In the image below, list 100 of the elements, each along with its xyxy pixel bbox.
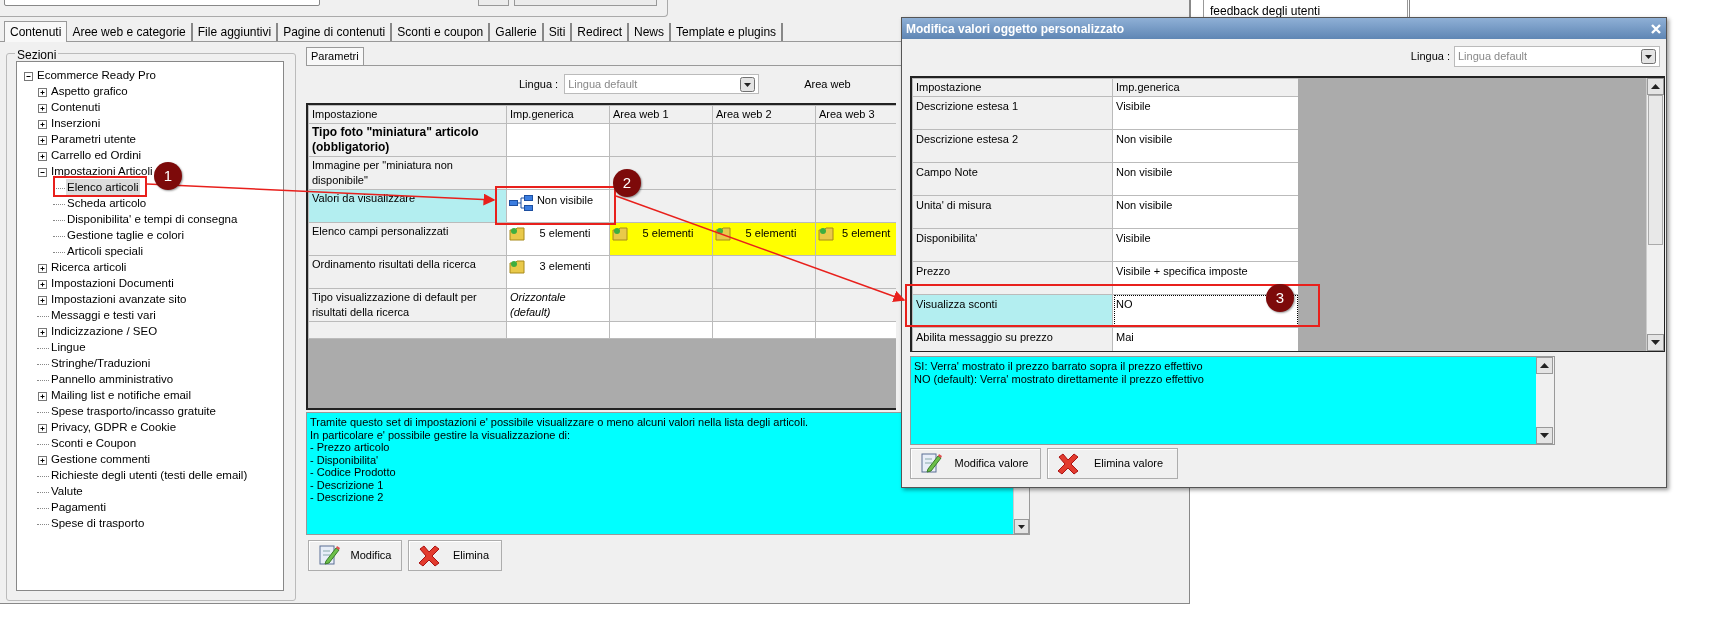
- expand-icon[interactable]: [37, 150, 48, 162]
- tab[interactable]: Parametri: [306, 47, 364, 65]
- expand-icon[interactable]: [37, 134, 48, 146]
- panel-text: feedback degli utenti: [1210, 3, 1321, 20]
- tree-item[interactable]: Contenuti: [50, 99, 102, 117]
- scrollbar[interactable]: [1646, 78, 1664, 351]
- language-dropdown[interactable]: Lingua default: [564, 74, 760, 94]
- column-header: Impostazione: [912, 78, 1113, 96]
- table-cell-text: 5 elementi: [641, 225, 695, 241]
- table-cell: Tipo foto "miniatura" articolo (obbligatorio): [308, 123, 507, 156]
- table-cell: Non visibile: [535, 192, 595, 208]
- tree-item[interactable]: Impostazioni Documenti: [50, 275, 175, 293]
- tab[interactable]: Template e plugins: [671, 23, 784, 41]
- column-header: Area web 1: [609, 105, 713, 123]
- description-text: Tramite questo set di impostazioni e' possibile visualizzare o meno alcuni valori nella lista degli articoli. In particolare e' possibile gestire la visualizzazione di: - Prezzo articolo - Disponibilita' - Codice Prodotto - Descrizione 1 - Descrizione 2: [310, 416, 809, 503]
- tab[interactable]: Contenuti: [4, 21, 68, 42]
- tree-item[interactable]: Stringhe/Traduzioni: [50, 355, 152, 373]
- table-cell: Mai: [1112, 327, 1298, 351]
- tree-item[interactable]: Inserzioni: [50, 115, 102, 133]
- tree-item[interactable]: Sconti e Coupon: [50, 435, 138, 453]
- table-cell: Descrizione estesa 2: [912, 129, 1113, 162]
- column-header: Imp.generica: [506, 105, 610, 123]
- tree-item[interactable]: Privacy, GDPR e Cookie: [50, 419, 178, 437]
- expand-icon[interactable]: [37, 86, 48, 98]
- tree-item[interactable]: Spese di trasporto: [50, 515, 146, 533]
- tree-item[interactable]: Indicizzazione / SEO: [50, 323, 159, 341]
- language-dropdown[interactable]: Lingua default: [1454, 46, 1660, 67]
- tree-item[interactable]: Ricerca articoli: [50, 259, 128, 277]
- action-button[interactable]: Elimina valore: [1047, 448, 1178, 479]
- expand-icon[interactable]: [37, 326, 48, 338]
- tab[interactable]: File aggiuntivi: [192, 23, 279, 41]
- column-header: Area web 2: [712, 105, 816, 123]
- expand-icon[interactable]: [37, 390, 48, 402]
- table-cell: Non visibile: [1112, 162, 1298, 195]
- close-icon[interactable]: [1650, 22, 1662, 35]
- table-cell: Elenco campi personalizzati: [308, 222, 507, 255]
- tree-item[interactable]: Pagamenti: [50, 499, 107, 517]
- tree-item[interactable]: Disponibilita' e tempi di consegna: [66, 211, 239, 229]
- tree-item[interactable]: Scheda articolo: [66, 195, 148, 213]
- table-cell-text: 5 elementi: [744, 225, 798, 241]
- tree-item[interactable]: Valute: [50, 483, 84, 501]
- scroll-thumb[interactable]: [1648, 94, 1663, 245]
- tree-item[interactable]: Messaggi e testi vari: [50, 307, 157, 325]
- table-cell: Tipo visualizzazione di default per risultati della ricerca: [308, 288, 507, 321]
- table-cell: Disponibilita': [912, 228, 1113, 261]
- tree-item[interactable]: Carrello ed Ordini: [50, 147, 143, 165]
- expand-icon[interactable]: [37, 422, 48, 434]
- tree-item[interactable]: Ecommerce Ready Pro: [36, 67, 157, 85]
- expand-icon[interactable]: [37, 262, 48, 274]
- tab[interactable]: Aree web e categorie: [67, 23, 193, 41]
- tab[interactable]: Sconti e coupon: [392, 23, 491, 41]
- tree-item[interactable]: Aspetto grafico: [50, 83, 129, 101]
- tab[interactable]: News: [629, 23, 672, 41]
- table-cell: Visibile: [1112, 228, 1298, 261]
- expand-icon[interactable]: [37, 102, 48, 114]
- hierarchy-icon: [509, 194, 533, 211]
- description-text: SI: Verra' mostrato il prezzo barrato sopra il prezzo effettivo NO (default): Verra' mostrato direttamente il prezzo effettivo: [914, 360, 1204, 385]
- action-button[interactable]: Modifica: [308, 540, 402, 571]
- tab[interactable]: Pagine di contenuti: [278, 23, 393, 41]
- collapse-icon[interactable]: [23, 70, 34, 82]
- tree-item[interactable]: Pannello amministrativo: [50, 371, 175, 389]
- tree-item[interactable]: Impostazioni Articoli: [50, 163, 154, 181]
- cross-icon: [1056, 451, 1080, 476]
- tree-item[interactable]: Gestione taglie e colori: [66, 227, 185, 245]
- expand-icon[interactable]: [37, 118, 48, 130]
- expand-icon[interactable]: [37, 294, 48, 306]
- tab[interactable]: Gallerie: [490, 23, 544, 41]
- folder-icon: [818, 225, 834, 242]
- table-cell-text: 5 elementi: [538, 225, 592, 241]
- table-cell: Orizzontale (default): [506, 288, 610, 321]
- document-pencil-icon: [919, 451, 943, 476]
- folder-icon: [509, 225, 525, 242]
- expand-icon[interactable]: [37, 454, 48, 466]
- tree-item[interactable]: Parametri utente: [50, 131, 137, 149]
- table-cell: Unita' di misura: [912, 195, 1113, 228]
- tree-item[interactable]: Impostazioni avanzate sito: [50, 291, 188, 309]
- tree-item[interactable]: Lingue: [50, 339, 87, 357]
- tree-item[interactable]: Richieste degli utenti (testi delle email): [50, 467, 249, 485]
- window-title: Modifica valori oggetto personalizzato: [906, 20, 1125, 38]
- field-label: Area web: [804, 76, 851, 92]
- tree-item[interactable]: Gestione commenti: [50, 451, 152, 469]
- action-button[interactable]: Modifica valore: [910, 448, 1041, 479]
- document-pencil-icon: [317, 543, 341, 568]
- table-cell: Campo Note: [912, 162, 1113, 195]
- collapse-icon[interactable]: [37, 166, 48, 178]
- tree-item[interactable]: Spese trasporto/incasso gratuite: [50, 403, 217, 421]
- field-label: Lingua :: [1410, 49, 1450, 65]
- tab[interactable]: Siti: [543, 23, 573, 41]
- cross-icon: [417, 543, 441, 568]
- action-button[interactable]: Elimina: [408, 540, 502, 571]
- column-header: Imp.generica: [1112, 78, 1298, 96]
- table-cell: Ordinamento risultati della ricerca: [308, 255, 507, 288]
- tree-item[interactable]: Articoli speciali: [66, 243, 145, 261]
- table-cell: Non visibile: [1112, 129, 1298, 162]
- field-label: Lingua :: [519, 76, 559, 92]
- tab[interactable]: Redirect: [572, 23, 629, 41]
- tree-item[interactable]: Mailing list e notifiche email: [50, 387, 192, 405]
- table-cell: Visibile: [1112, 96, 1298, 129]
- table-cell-text: 3 elementi: [538, 258, 592, 274]
- expand-icon[interactable]: [37, 278, 48, 290]
